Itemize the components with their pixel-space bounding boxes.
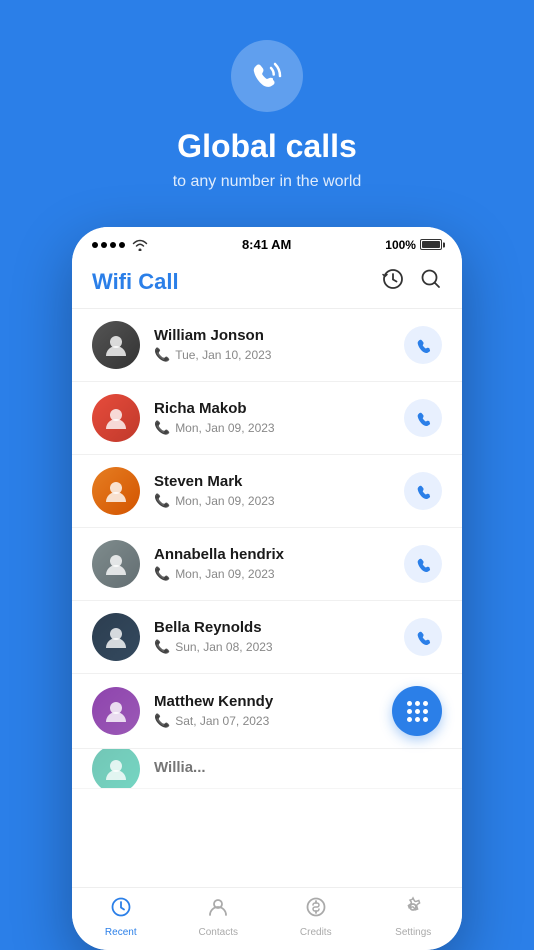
signal-dot-4 [119,242,125,248]
app-title: Wifi Call [92,269,179,295]
contact-meta: 📞 Sat, Jan 07, 2023 [154,713,392,729]
contact-name: Annabella hendrix [154,546,404,563]
call-button[interactable] [404,326,442,364]
recent-icon [110,896,132,924]
status-right: 100% [385,238,442,252]
status-time: 8:41 AM [242,237,291,252]
contacts-icon [207,896,229,924]
contact-name: William Jonson [154,327,404,344]
contact-date: Mon, Jan 09, 2023 [175,494,274,508]
contact-item-partial: Willia... [72,749,462,789]
call-incoming-icon: 📞 [154,639,170,655]
signal-dot-3 [110,242,116,248]
status-bar: 8:41 AM 100% [72,227,462,258]
wifi-icon [132,239,148,251]
contact-date: Mon, Jan 09, 2023 [175,421,274,435]
call-button[interactable] [404,618,442,656]
avatar [92,321,140,369]
phone-icon-container [231,40,303,112]
contact-item-bella[interactable]: Bella Reynolds 📞 Sun, Jan 08, 2023 [72,601,462,674]
contact-date: Tue, Jan 10, 2023 [175,348,271,362]
hero-subtitle: to any number in the world [173,173,362,191]
contact-meta: 📞 Mon, Jan 09, 2023 [154,566,404,582]
contact-meta: 📞 Sun, Jan 08, 2023 [154,639,404,655]
nav-item-credits[interactable]: Credits [267,896,365,938]
avatar [92,749,140,789]
battery-icon [420,239,442,250]
bottom-nav: Recent Contacts [72,887,462,950]
call-button[interactable] [404,399,442,437]
contact-info: William Jonson 📞 Tue, Jan 10, 2023 [154,327,404,363]
contact-item-richa[interactable]: Richa Makob 📞 Mon, Jan 09, 2023 [72,382,462,455]
contact-meta: 📞 Tue, Jan 10, 2023 [154,347,404,363]
contact-info: Willia... [154,759,442,779]
phone-mockup: 8:41 AM 100% Wifi Call [72,227,462,950]
battery-fill [422,241,440,248]
call-incoming-icon: 📞 [154,347,170,363]
settings-icon [402,896,424,924]
dialpad-fab[interactable] [392,686,442,736]
contact-meta: 📞 Mon, Jan 09, 2023 [154,493,404,509]
contact-info: Matthew Kenndy 📞 Sat, Jan 07, 2023 [154,693,392,729]
avatar [92,613,140,661]
contact-name: Willia... [154,759,442,776]
contact-date: Sun, Jan 08, 2023 [175,640,272,654]
nav-item-settings[interactable]: Settings [365,896,463,938]
signal-dot-1 [92,242,98,248]
header-icons [382,268,442,296]
contact-info: Richa Makob 📞 Mon, Jan 09, 2023 [154,400,404,436]
contact-name: Richa Makob [154,400,404,417]
phone-logo-icon [247,56,287,96]
call-missed-icon: 📞 [154,493,170,509]
credits-icon [305,896,327,924]
call-incoming-icon: 📞 [154,420,170,436]
avatar [92,467,140,515]
contact-name: Matthew Kenndy [154,693,392,710]
nav-label-credits: Credits [300,927,332,938]
contact-info: Bella Reynolds 📞 Sun, Jan 08, 2023 [154,619,404,655]
avatar [92,394,140,442]
contact-item-steven[interactable]: Steven Mark 📞 Mon, Jan 09, 2023 [72,455,462,528]
app-header: Wifi Call [72,258,462,309]
avatar [92,687,140,735]
search-icon[interactable] [420,268,442,296]
contact-info: Steven Mark 📞 Mon, Jan 09, 2023 [154,473,404,509]
signal-dot-2 [101,242,107,248]
hero-title: Global calls [177,128,357,165]
status-left [92,239,148,251]
call-incoming-icon: 📞 [154,566,170,582]
nav-item-contacts[interactable]: Contacts [170,896,268,938]
contact-name: Steven Mark [154,473,404,490]
nav-label-settings: Settings [395,927,431,938]
contact-item-annabella[interactable]: Annabella hendrix 📞 Mon, Jan 09, 2023 [72,528,462,601]
nav-label-contacts: Contacts [199,927,238,938]
contact-date: Mon, Jan 09, 2023 [175,567,274,581]
contact-item-matthew[interactable]: Matthew Kenndy 📞 Sat, Jan 07, 2023 [72,674,462,749]
contact-date: Sat, Jan 07, 2023 [175,714,269,728]
contact-name: Bella Reynolds [154,619,404,636]
contact-meta: 📞 Mon, Jan 09, 2023 [154,420,404,436]
battery-percent: 100% [385,238,416,252]
history-icon[interactable] [382,268,404,296]
nav-item-recent[interactable]: Recent [72,896,170,938]
avatar [92,540,140,588]
hero-section: Global calls to any number in the world [173,0,362,211]
call-button[interactable] [404,472,442,510]
nav-label-recent: Recent [105,927,137,938]
contact-info: Annabella hendrix 📞 Mon, Jan 09, 2023 [154,546,404,582]
contact-item-william[interactable]: William Jonson 📞 Tue, Jan 10, 2023 [72,309,462,382]
call-incoming-icon: 📞 [154,713,170,729]
call-button[interactable] [404,545,442,583]
contacts-list: William Jonson 📞 Tue, Jan 10, 2023 Richa… [72,309,462,887]
